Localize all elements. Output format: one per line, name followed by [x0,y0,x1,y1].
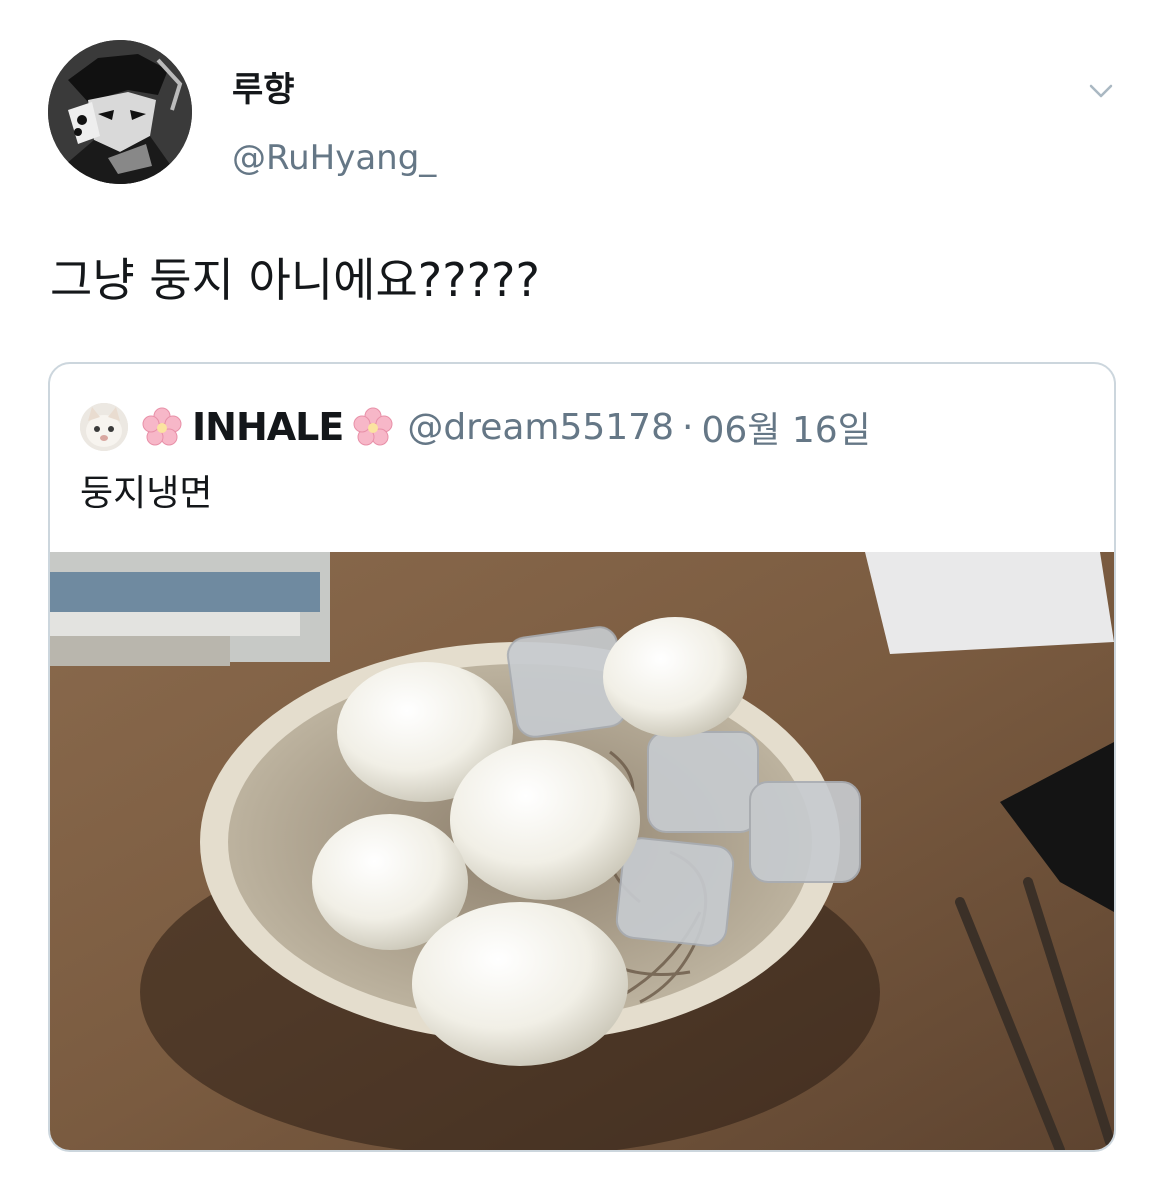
quoted-photo[interactable] [50,552,1114,1150]
cherry-blossom-icon [142,407,182,447]
tweet-text: 그냥 둥지 아니에요????? [50,253,540,307]
chevron-down-icon[interactable] [1086,76,1116,106]
author-display-name[interactable]: 루향 [232,70,295,110]
author-handle[interactable]: @RuHyang_ [232,138,436,178]
quoted-tweet[interactable]: INHALE @dream55178 · 06월 16일 둥지냉면 [48,362,1116,1152]
naengmyeon-photo [50,552,1114,1150]
quoted-handle[interactable]: @dream55178 [407,407,674,448]
author-avatar[interactable] [48,40,192,184]
quoted-date[interactable]: 06월 16일 [701,401,870,453]
quoted-display-name[interactable]: INHALE [192,405,344,449]
cherry-blossom-icon [353,407,393,447]
quoted-tweet-header: INHALE @dream55178 · 06월 16일 [80,400,871,454]
manga-character-avatar-icon [48,40,192,184]
meta-separator: · [682,406,694,448]
cat-avatar-icon[interactable] [80,403,128,451]
quoted-tweet-text: 둥지냉면 [80,473,213,514]
